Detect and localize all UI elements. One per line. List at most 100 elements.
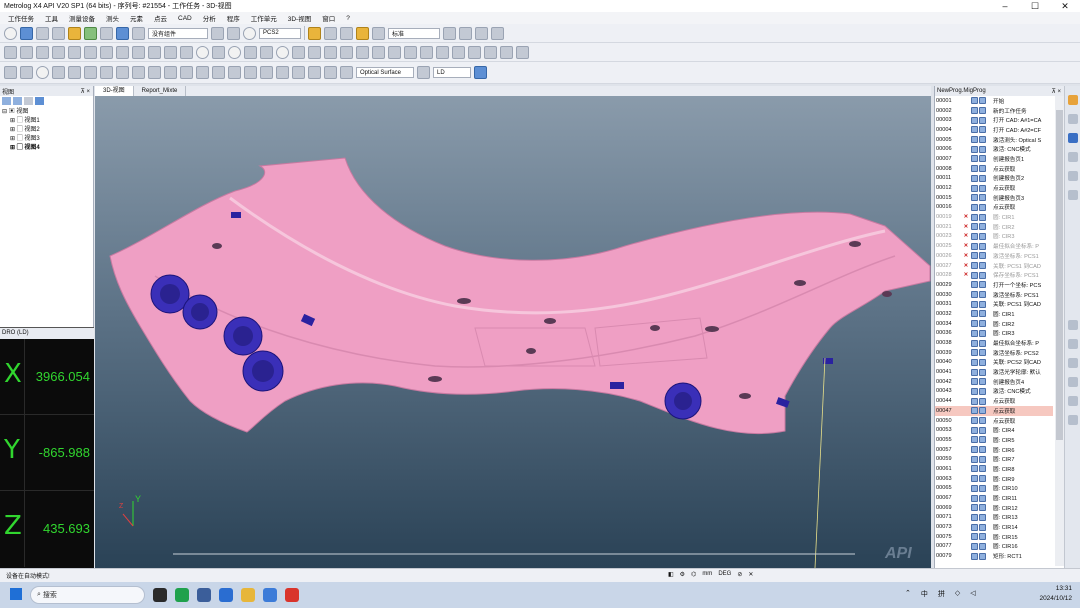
tree-root[interactable]: ⊟ ▣ 视图	[2, 108, 93, 117]
program-row[interactable]: 00007 创建报告页1	[935, 154, 1053, 164]
app-icon[interactable]	[263, 588, 277, 602]
menu-item[interactable]: CAD	[178, 15, 192, 22]
target-icon[interactable]	[308, 45, 321, 59]
program-row[interactable]: 00055 圆: CIR5	[935, 435, 1053, 445]
bar-chart-2-icon[interactable]	[227, 26, 240, 40]
program-row[interactable]: 00043 激活: CNC模式	[935, 387, 1053, 397]
tray-chevron-icon[interactable]: ⌃	[905, 589, 911, 599]
units-deg[interactable]: DEG	[718, 571, 731, 578]
program-row[interactable]: 00003 打开 CAD: A#1=CA	[935, 115, 1053, 125]
mesh-feature-icon[interactable]	[324, 66, 337, 79]
zoom-out-icon[interactable]	[1067, 339, 1078, 349]
program-row[interactable]: 00016 点云获取	[935, 203, 1053, 213]
gear-icon[interactable]	[4, 26, 17, 40]
program-row[interactable]: 00042 创建报告页4	[935, 377, 1053, 387]
tab-3d-view[interactable]: 3D-视图	[95, 86, 134, 96]
menu-item[interactable]: 3D-视图	[288, 13, 311, 23]
probe-status-icon[interactable]: ◧	[668, 571, 674, 578]
program-row[interactable]: 00053 圆: CIR4	[935, 425, 1053, 435]
cnc-status-icon[interactable]: ⌬	[691, 571, 696, 578]
measure-icon[interactable]	[491, 26, 504, 40]
cloud-feature-icon[interactable]	[308, 66, 321, 79]
surface-icon[interactable]	[84, 45, 97, 59]
program-row[interactable]: 00036 圆: CIR3	[935, 329, 1053, 339]
program-row[interactable]: 00029 打开一个坐标: PCS	[935, 280, 1053, 290]
refresh-icon[interactable]	[243, 26, 256, 40]
compare-icon[interactable]	[420, 45, 433, 59]
line-icon[interactable]	[180, 45, 193, 59]
report-icon[interactable]	[468, 45, 481, 59]
store-icon[interactable]	[197, 588, 211, 602]
view-add-icon[interactable]	[2, 97, 11, 105]
sort-icon[interactable]	[474, 66, 487, 79]
torus-icon[interactable]	[68, 45, 81, 59]
settings-icon[interactable]	[116, 26, 129, 40]
program-row[interactable]: 00063 圆: CIR9	[935, 474, 1053, 484]
view-3d-icon[interactable]	[13, 97, 22, 105]
scan-patch-3[interactable]	[610, 382, 624, 389]
slot-icon[interactable]	[244, 45, 257, 59]
circle-tool-icon[interactable]	[228, 45, 241, 59]
metrolog-app-icon[interactable]	[285, 588, 299, 602]
program-row[interactable]: 00012 点云获取	[935, 183, 1053, 193]
program-row[interactable]: 00002 新的工作任务	[935, 106, 1053, 116]
task-view-icon[interactable]	[153, 588, 167, 602]
tree-item[interactable]: ⊞ ▢ 视图4	[2, 144, 93, 153]
program-row[interactable]: 00006 激活: CNC模式	[935, 144, 1053, 154]
axis-icon[interactable]	[443, 26, 456, 40]
tree-item[interactable]: ⊞ ▢ 视图1	[2, 117, 93, 126]
program-row[interactable]: 00001 开始	[935, 96, 1053, 106]
edge-browser-icon[interactable]	[175, 588, 189, 602]
scrollbar-thumb[interactable]	[1056, 110, 1063, 440]
program-row[interactable]: 00008 点云获取	[935, 164, 1053, 174]
network-icon[interactable]: ◇	[955, 589, 960, 599]
menu-item[interactable]: ?	[346, 15, 350, 22]
maximize-button[interactable]: ☐	[1020, 0, 1050, 12]
align-icon[interactable]	[404, 45, 417, 59]
pan-icon[interactable]	[1067, 377, 1078, 387]
angle-icon[interactable]	[372, 45, 385, 59]
curve-icon[interactable]	[164, 45, 177, 59]
options-icon[interactable]	[1067, 190, 1078, 200]
clock[interactable]: 13:31 2024/10/12	[1039, 584, 1072, 604]
line-feature-icon[interactable]	[20, 66, 33, 79]
program-row[interactable]: 00005 激活测头: Optical S	[935, 135, 1053, 145]
color-map-icon[interactable]	[84, 26, 97, 40]
pin-icon[interactable]: ⊼ ×	[1051, 88, 1061, 95]
program-row[interactable]: 00040 关联: PCS2 到CAD	[935, 358, 1053, 368]
sphere-icon[interactable]	[52, 45, 65, 59]
section-icon[interactable]	[436, 45, 449, 59]
menu-item[interactable]: 测头	[106, 13, 119, 23]
polygon-icon[interactable]	[212, 45, 225, 59]
program-row[interactable]: 00015 创建报告页3	[935, 193, 1053, 203]
surface-feature-icon[interactable]	[180, 66, 193, 79]
step-icon[interactable]	[1067, 152, 1078, 162]
slot-feature-icon[interactable]	[116, 66, 129, 79]
rect-feature-icon[interactable]	[132, 66, 145, 79]
view-copy-icon[interactable]	[24, 97, 33, 105]
arrow-icon[interactable]	[459, 26, 472, 40]
curve-feature-icon[interactable]	[164, 66, 177, 79]
ld-select[interactable]: LD	[433, 67, 471, 78]
units-mm[interactable]: mm	[702, 571, 712, 578]
program-row[interactable]: 00075 圆: CIR15	[935, 532, 1053, 542]
program-row[interactable]: 00028 ✕ 保存坐标系: PCS1	[935, 270, 1053, 280]
stack-icon[interactable]	[372, 26, 385, 40]
program-row[interactable]: 00047 点云获取	[935, 406, 1053, 416]
ellipse-feature-icon[interactable]	[148, 66, 161, 79]
point-feature-icon[interactable]	[4, 66, 17, 79]
program-row[interactable]: 00032 圆: CIR1	[935, 309, 1053, 319]
program-row[interactable]: 00065 圆: CIR10	[935, 484, 1053, 494]
edge-icon[interactable]	[100, 45, 113, 59]
cancel-icon[interactable]: ✕	[748, 571, 753, 578]
hole-feature-icon[interactable]	[212, 66, 225, 79]
program-row[interactable]: 00067 圆: CIR11	[935, 493, 1053, 503]
program-row[interactable]: 00050 点云获取	[935, 416, 1053, 426]
zoom-in-icon[interactable]	[1067, 320, 1078, 330]
surface-select[interactable]: Optical Surface	[356, 67, 414, 78]
square-icon[interactable]	[260, 45, 273, 59]
machine-icon[interactable]	[52, 26, 65, 40]
cube-icon[interactable]	[36, 26, 49, 40]
cross-icon[interactable]	[116, 45, 129, 59]
circle-feature-icon[interactable]	[36, 66, 49, 79]
